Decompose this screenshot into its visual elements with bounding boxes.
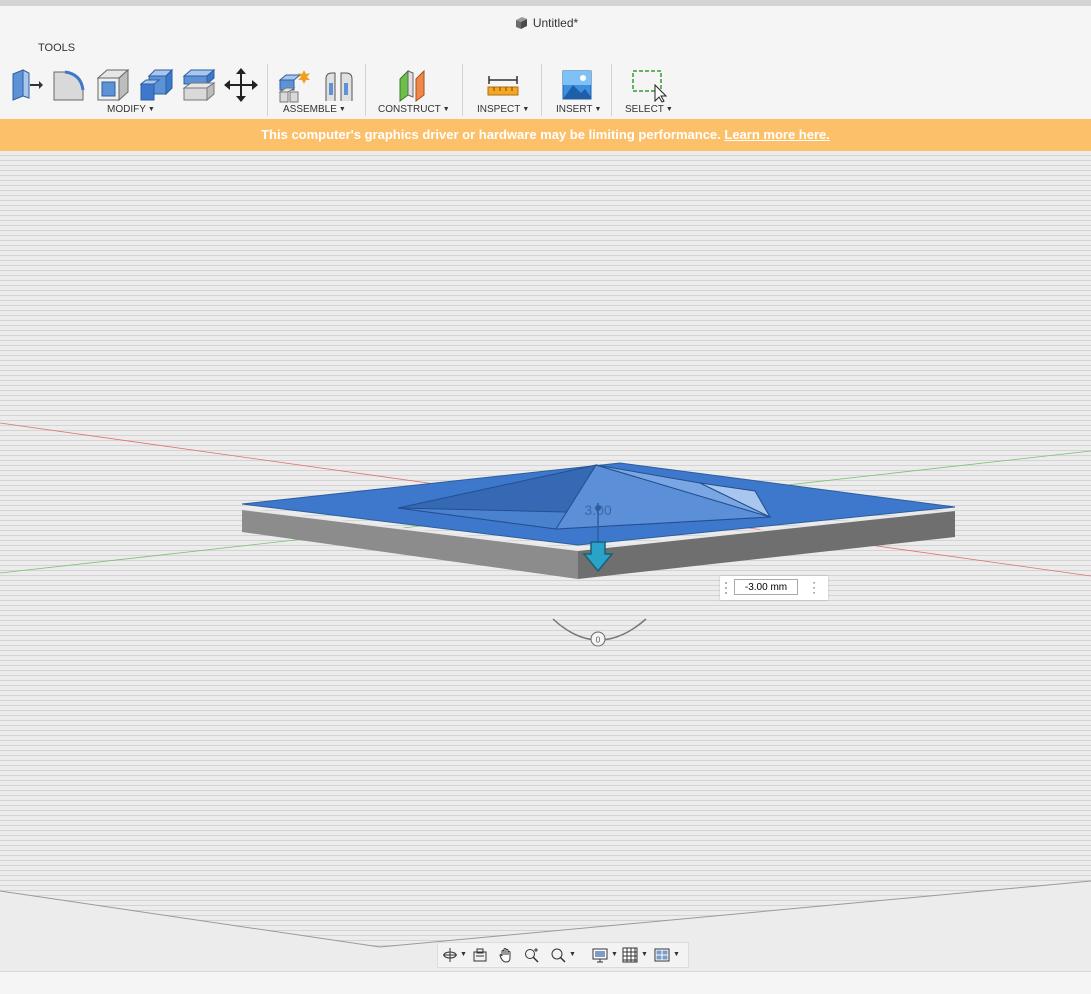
toolbar-divider	[541, 64, 542, 116]
offset-plane-icon[interactable]	[396, 67, 432, 103]
press-pull-icon[interactable]	[9, 64, 43, 104]
pan-icon[interactable]	[498, 947, 514, 963]
document-icon	[515, 17, 527, 29]
measure-icon[interactable]	[486, 74, 520, 98]
viewports-dropdown-icon[interactable]: ▼	[673, 951, 680, 958]
toolbar-divider	[611, 64, 612, 116]
fit-icon[interactable]	[550, 947, 566, 963]
look-at-icon[interactable]	[472, 947, 488, 963]
assemble-menu[interactable]: ASSEMBLE ▼	[283, 104, 346, 115]
learn-more-link[interactable]: Learn more here.	[724, 127, 830, 142]
display-dropdown-icon[interactable]: ▼	[611, 951, 618, 958]
grid-dropdown-icon[interactable]: ▼	[641, 951, 648, 958]
zoom-icon[interactable]	[524, 947, 540, 963]
shell-icon[interactable]	[95, 66, 131, 104]
zoom-dropdown-icon[interactable]: ▼	[569, 951, 576, 958]
dimension-input-box: ···	[720, 576, 828, 600]
orbit-dropdown-icon[interactable]: ▼	[460, 951, 467, 958]
document-title: Untitled*	[532, 16, 579, 30]
viewport-canvas: 3.00 0	[0, 151, 1091, 948]
fillet-icon[interactable]	[51, 66, 87, 104]
insert-image-icon[interactable]	[561, 69, 593, 101]
toolbar-divider	[462, 64, 463, 116]
drag-grip-icon[interactable]	[724, 580, 728, 596]
rotation-handle-value: 0	[596, 636, 601, 645]
grid-settings-icon[interactable]	[622, 947, 638, 963]
performance-warning-banner: This computer's graphics driver or hardw…	[0, 119, 1091, 151]
offset-face-icon[interactable]	[181, 66, 217, 104]
inspect-menu[interactable]: INSPECT ▼	[477, 104, 529, 115]
display-settings-icon[interactable]	[592, 947, 610, 963]
distance-input[interactable]	[734, 579, 798, 595]
toolbar-divider	[365, 64, 366, 116]
insert-menu[interactable]: INSERT ▼	[556, 104, 601, 115]
combine-icon[interactable]	[139, 66, 175, 104]
banner-message: This computer's graphics driver or hardw…	[261, 127, 725, 142]
window-title: Untitled*	[0, 16, 1091, 30]
new-component-icon[interactable]	[278, 68, 312, 104]
toolbar: Untitled* TOOLS MODIFY ▼ ASSEMBLE ▼ CONS…	[0, 0, 1091, 119]
3d-viewport[interactable]: 3.00 0	[0, 151, 1091, 971]
joint-icon[interactable]	[322, 69, 356, 103]
viewports-icon[interactable]	[654, 947, 670, 963]
status-bar	[0, 971, 1091, 994]
toolbar-divider	[267, 64, 268, 116]
move-icon[interactable]	[224, 68, 258, 102]
orbit-icon[interactable]	[442, 947, 458, 963]
tools-tab-label[interactable]: TOOLS	[38, 42, 75, 54]
more-options-icon[interactable]: · · ·	[812, 576, 816, 598]
modify-menu[interactable]: MODIFY ▼	[107, 104, 155, 115]
construct-menu[interactable]: CONSTRUCT ▼	[378, 104, 450, 115]
manipulator-origin	[595, 505, 601, 511]
select-menu[interactable]: SELECT ▼	[625, 104, 673, 115]
window-select-icon[interactable]	[631, 69, 667, 103]
navigation-bar: ▼ ▼ ▼ ▼ ▼	[437, 942, 689, 968]
